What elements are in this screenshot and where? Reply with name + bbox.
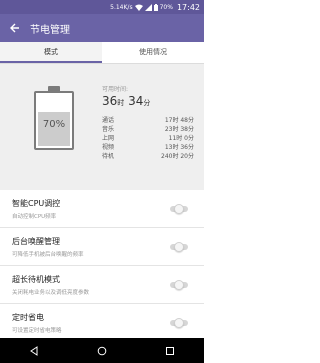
usage-name: 通话 xyxy=(102,117,115,124)
tab-usage[interactable]: 使用情况 xyxy=(102,42,204,63)
usage-value: 11时 0分 xyxy=(168,135,194,142)
battery-icon xyxy=(153,3,158,11)
hours-unit: 时 xyxy=(117,99,125,107)
battery-gauge: 70% xyxy=(34,86,74,150)
back-arrow-icon[interactable] xyxy=(8,21,22,35)
battery-percent: 70% xyxy=(159,3,173,11)
setting-description: 关闭耗电业务以及调低亮度参数 xyxy=(12,290,90,296)
status-bar: 5.14K/s 70% 17:42 xyxy=(0,0,204,14)
setting-title: 定时省电 xyxy=(12,313,44,322)
usable-hours: 36 xyxy=(102,94,118,108)
toggle-thumb xyxy=(174,318,184,328)
status-indicators: 5.14K/s 70% 17:42 xyxy=(110,0,200,14)
usable-time-label: 可用时间: xyxy=(102,86,129,93)
usage-list: 通话 17时 48分 音乐 23时 38分 上网 11时 0分 视频 13时 36分 待… xyxy=(102,116,194,161)
smart-cpu-toggle[interactable] xyxy=(170,204,190,214)
usage-row-standby: 待机 240时 20分 xyxy=(102,152,194,161)
setting-background-wakeup: 后台唤醒管理 可降低手机被后台唤醒的频率 xyxy=(0,228,204,266)
wifi-icon xyxy=(134,4,143,11)
setting-title: 超长待机模式 xyxy=(12,275,60,284)
setting-title: 后台唤醒管理 xyxy=(12,237,60,246)
network-speed: 5.14K/s xyxy=(110,3,133,11)
signal-icon xyxy=(144,3,152,11)
usage-name: 音乐 xyxy=(102,126,115,133)
usage-row-web: 上网 11时 0分 xyxy=(102,134,194,143)
usage-value: 17时 48分 xyxy=(164,117,194,124)
app-bar: 节电管理 xyxy=(0,14,204,42)
toggle-thumb xyxy=(174,280,184,290)
toggle-thumb xyxy=(174,204,184,214)
setting-description: 可降低手机被后台唤醒的频率 xyxy=(12,252,84,258)
nav-recents-icon[interactable] xyxy=(163,344,177,358)
usage-value: 13时 36分 xyxy=(164,144,194,151)
usage-value: 23时 38分 xyxy=(164,126,194,133)
scheduled-saving-toggle[interactable] xyxy=(170,318,190,328)
setting-description: 可设置定时省电策略 xyxy=(12,328,62,334)
usage-row-music: 音乐 23时 38分 xyxy=(102,125,194,134)
usage-value: 240时 20分 xyxy=(161,153,194,160)
usage-row-video: 视频 13时 36分 xyxy=(102,143,194,152)
usage-row-call: 通话 17时 48分 xyxy=(102,116,194,125)
usable-time-value: 36时 34分 xyxy=(102,94,150,108)
nav-home-icon[interactable] xyxy=(95,344,109,358)
setting-title: 智能CPU调控 xyxy=(12,199,61,208)
page-title: 节电管理 xyxy=(30,24,70,36)
tab-mode[interactable]: 模式 xyxy=(0,42,102,63)
tab-bar: 模式 使用情况 xyxy=(0,42,204,64)
minutes-unit: 分 xyxy=(143,99,151,107)
usable-minutes: 34 xyxy=(128,94,144,108)
battery-body: 70% xyxy=(34,91,74,150)
battery-level-label: 70% xyxy=(42,119,66,130)
setting-description: 自动控制CPU频率 xyxy=(12,214,57,220)
clock: 17:42 xyxy=(176,2,200,12)
setting-ultra-standby: 超长待机模式 关闭耗电业务以及调低亮度参数 xyxy=(0,266,204,304)
toggle-thumb xyxy=(174,242,184,252)
setting-scheduled-saving: 定时省电 可设置定时省电策略 xyxy=(0,304,204,342)
battery-summary: 70% 可用时间: 36时 34分 通话 17时 48分 音乐 23时 38分 上网… xyxy=(0,64,204,190)
ultra-standby-toggle[interactable] xyxy=(170,280,190,290)
usage-name: 视频 xyxy=(102,144,115,151)
usage-name: 上网 xyxy=(102,135,115,142)
background-wakeup-toggle[interactable] xyxy=(170,242,190,252)
setting-smart-cpu: 智能CPU调控 自动控制CPU频率 xyxy=(0,190,204,228)
system-nav-bar xyxy=(0,338,204,363)
usage-name: 待机 xyxy=(102,153,115,160)
nav-back-icon[interactable] xyxy=(27,344,41,358)
